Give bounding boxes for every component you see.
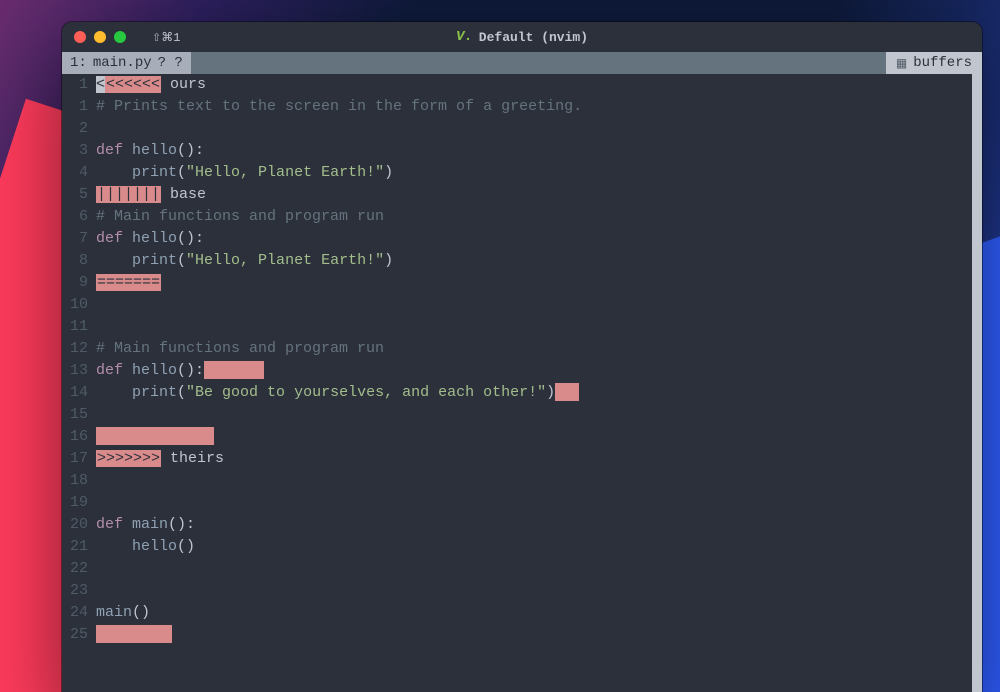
buffers-label: buffers	[913, 55, 972, 71]
line-number: 5	[62, 184, 88, 206]
line-number: 7	[62, 228, 88, 250]
line-number: 19	[62, 492, 88, 514]
line-number: 1	[62, 74, 88, 96]
vim-icon: V.	[456, 29, 473, 45]
code-line[interactable]	[96, 404, 972, 426]
line-number: 17	[62, 448, 88, 470]
code-line[interactable]	[96, 118, 972, 140]
window-controls	[74, 31, 126, 43]
line-number-gutter: 1123456789101112131415161718192021222324…	[62, 74, 96, 692]
buffers-button[interactable]: ▦ buffers	[886, 52, 982, 74]
code-line[interactable]	[96, 294, 972, 316]
code-area[interactable]: <<<<<<< ours# Prints text to the screen …	[96, 74, 982, 692]
code-line[interactable]: ||||||| base	[96, 184, 972, 206]
code-line[interactable]: # Main functions and program run	[96, 206, 972, 228]
code-line[interactable]	[96, 492, 972, 514]
code-line[interactable]: # Prints text to the screen in the form …	[96, 96, 972, 118]
code-line[interactable]: def hello():	[96, 140, 972, 162]
code-line[interactable]: def hello():	[96, 360, 972, 382]
code-line[interactable]: print("Hello, Planet Earth!")	[96, 162, 972, 184]
line-number: 3	[62, 140, 88, 162]
tab-index: 1:	[70, 55, 87, 71]
line-number: 10	[62, 294, 88, 316]
code-line[interactable]	[96, 316, 972, 338]
zoom-icon[interactable]	[114, 31, 126, 43]
code-line[interactable]: print("Hello, Planet Earth!")	[96, 250, 972, 272]
tab-shortcut: ⇧⌘1	[152, 30, 180, 45]
code-line[interactable]	[96, 580, 972, 602]
buffers-icon: ▦	[896, 56, 907, 71]
close-icon[interactable]	[74, 31, 86, 43]
code-line[interactable]: # Main functions and program run	[96, 338, 972, 360]
line-number: 18	[62, 470, 88, 492]
line-number: 21	[62, 536, 88, 558]
line-number: 4	[62, 162, 88, 184]
line-number: 14	[62, 382, 88, 404]
code-line[interactable]	[96, 624, 972, 646]
minimize-icon[interactable]	[94, 31, 106, 43]
code-line[interactable]: main()	[96, 602, 972, 624]
code-line[interactable]: <<<<<<< ours	[96, 74, 972, 96]
line-number: 2	[62, 118, 88, 140]
titlebar: ⇧⌘1 V. Default (nvim)	[62, 22, 982, 52]
code-line[interactable]: def main():	[96, 514, 972, 536]
line-number: 24	[62, 602, 88, 624]
window-title-text: Default (nvim)	[479, 30, 588, 45]
scrollbar[interactable]	[972, 74, 982, 692]
line-number: 20	[62, 514, 88, 536]
editor[interactable]: 1123456789101112131415161718192021222324…	[62, 74, 982, 692]
code-line[interactable]: print("Be good to yourselves, and each o…	[96, 382, 972, 404]
tabline: 1: main.py ? ? ▦ buffers	[62, 52, 982, 74]
code-line[interactable]: hello()	[96, 536, 972, 558]
line-number: 23	[62, 580, 88, 602]
line-number: 6	[62, 206, 88, 228]
line-number: 8	[62, 250, 88, 272]
code-line[interactable]	[96, 426, 972, 448]
line-number: 1	[62, 96, 88, 118]
terminal-window: ⇧⌘1 V. Default (nvim) 1: main.py ? ? ▦ b…	[62, 22, 982, 692]
line-number: 12	[62, 338, 88, 360]
line-number: 22	[62, 558, 88, 580]
code-line[interactable]: def hello():	[96, 228, 972, 250]
code-line[interactable]: =======	[96, 272, 972, 294]
code-line[interactable]: >>>>>>> theirs	[96, 448, 972, 470]
code-line[interactable]	[96, 558, 972, 580]
tab-modified-icon: ? ?	[158, 55, 183, 71]
line-number: 25	[62, 624, 88, 646]
line-number: 15	[62, 404, 88, 426]
tab-main-py[interactable]: 1: main.py ? ?	[62, 52, 192, 74]
tab-filename: main.py	[93, 55, 152, 71]
line-number: 13	[62, 360, 88, 382]
window-title: V. Default (nvim)	[62, 29, 982, 45]
line-number: 16	[62, 426, 88, 448]
code-line[interactable]	[96, 470, 972, 492]
line-number: 11	[62, 316, 88, 338]
line-number: 9	[62, 272, 88, 294]
